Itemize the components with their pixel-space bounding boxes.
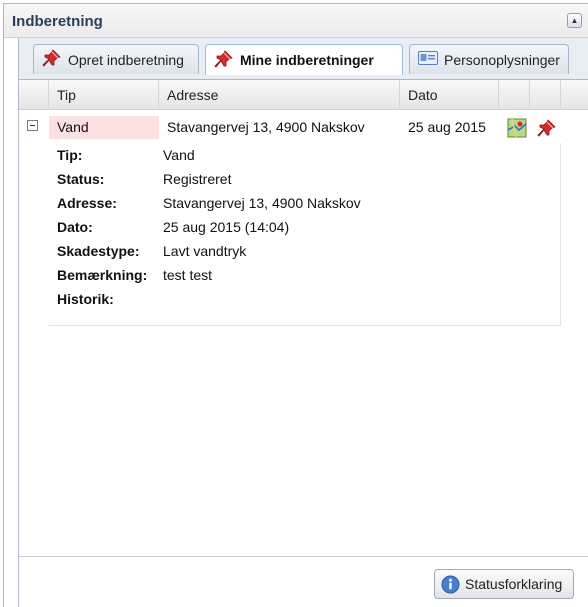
detail-value: Vand [163, 147, 195, 163]
map-icon[interactable] [507, 118, 527, 138]
detail-label: Bemærkning: [57, 267, 148, 283]
detail-value: Registreret [163, 171, 232, 187]
tab-label: Mine indberetninger [240, 52, 374, 68]
pushpin-icon [42, 48, 62, 71]
detail-label: Dato: [57, 219, 93, 235]
panel-footer: Statusforklaring [19, 556, 588, 607]
collapse-row-icon[interactable] [27, 120, 38, 131]
tab-label: Personoplysninger [444, 51, 560, 68]
detail-value: 25 aug 2015 (14:04) [163, 219, 290, 235]
column-header-adresse[interactable]: Adresse [159, 80, 400, 110]
cell-adresse: Stavangervej 13, 4900 Nakskov [167, 119, 365, 135]
detail-label: Tip: [57, 147, 83, 163]
cell-dato: 25 aug 2015 [408, 119, 486, 135]
detail-value: test test [163, 267, 213, 283]
tab-mine-indberetninger[interactable]: Mine indberetninger [205, 44, 403, 75]
panel-body: Opret indberetning Mine indberetninger P… [18, 38, 588, 607]
tab-strip: Opret indberetning Mine indberetninger P… [19, 38, 588, 80]
statusforklaring-button[interactable]: Statusforklaring [434, 569, 574, 599]
grid-header: Tip Adresse Dato [19, 80, 588, 110]
collapse-up-icon[interactable]: ▲ [567, 13, 582, 28]
column-header-map [499, 80, 530, 110]
detail-label: Status: [57, 171, 105, 187]
detail-label: Skadestype: [57, 243, 140, 259]
id-card-icon [418, 51, 438, 68]
detail-label: Adresse: [57, 195, 117, 211]
detail-value: Stavangervej 13, 4900 Nakskov [163, 195, 361, 211]
pushpin-icon [214, 49, 234, 72]
table-row[interactable]: Vand Stavangervej 13, 4900 Nakskov 25 au… [19, 110, 588, 143]
detail-label: Historik: [57, 291, 114, 307]
tab-label: Opret indberetning [68, 51, 184, 68]
column-header-tip[interactable]: Tip [49, 80, 159, 110]
panel-header: Indberetning ▲ [4, 4, 588, 38]
tab-opret-indberetning[interactable]: Opret indberetning [33, 44, 199, 74]
info-icon [441, 575, 460, 593]
header-expander-column [19, 80, 49, 110]
row-detail-panel: Tip: Vand Status: Registreret Adresse: S… [49, 143, 561, 326]
column-header-pin [530, 80, 561, 110]
indberetning-panel: Indberetning ▲ Opret indberetning Mine i… [3, 3, 588, 607]
status-button-label: Statusforklaring [465, 576, 563, 592]
pushpin-icon[interactable] [537, 118, 557, 138]
panel-title: Indberetning [12, 13, 103, 30]
detail-value: Lavt vandtryk [163, 243, 247, 259]
tab-personoplysninger[interactable]: Personoplysninger [409, 44, 569, 74]
cell-tip: Vand [49, 116, 159, 139]
column-header-dato[interactable]: Dato [400, 80, 499, 110]
